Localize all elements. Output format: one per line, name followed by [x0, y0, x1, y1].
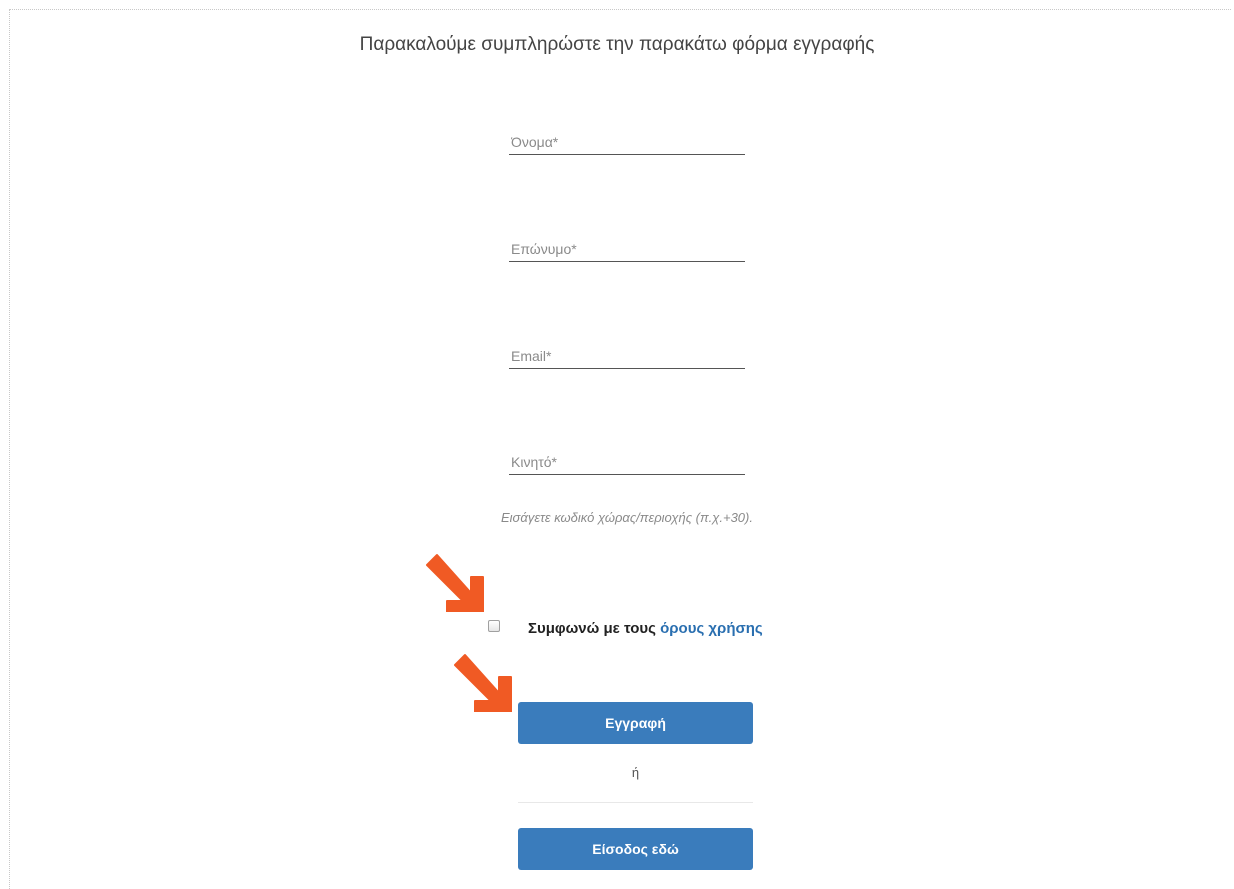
terms-checkbox[interactable] [488, 620, 500, 632]
arrow-down-right-icon [454, 654, 512, 712]
register-button[interactable]: Εγγραφή [518, 702, 753, 744]
first-name-field[interactable] [509, 131, 745, 155]
email-field[interactable] [509, 345, 745, 369]
terms-prefix: Συμφωνώ με τους [528, 620, 656, 637]
last-name-field[interactable] [509, 238, 745, 262]
mobile-hint: Εισάγετε κωδικό χώρας/περιοχής (π.χ.+30)… [501, 510, 753, 525]
or-separator: ή [631, 765, 640, 780]
arrow-down-right-icon [426, 554, 484, 612]
terms-link[interactable]: όρους χρήσης [660, 620, 763, 637]
mobile-field[interactable] [509, 451, 745, 475]
page-title: Παρακαλούμε συμπληρώστε την παρακάτω φόρ… [359, 34, 875, 55]
divider [518, 802, 753, 803]
login-button[interactable]: Είσοδος εδώ [518, 828, 753, 870]
terms-label: Συμφωνώ με τους όρους χρήσης [528, 620, 763, 637]
